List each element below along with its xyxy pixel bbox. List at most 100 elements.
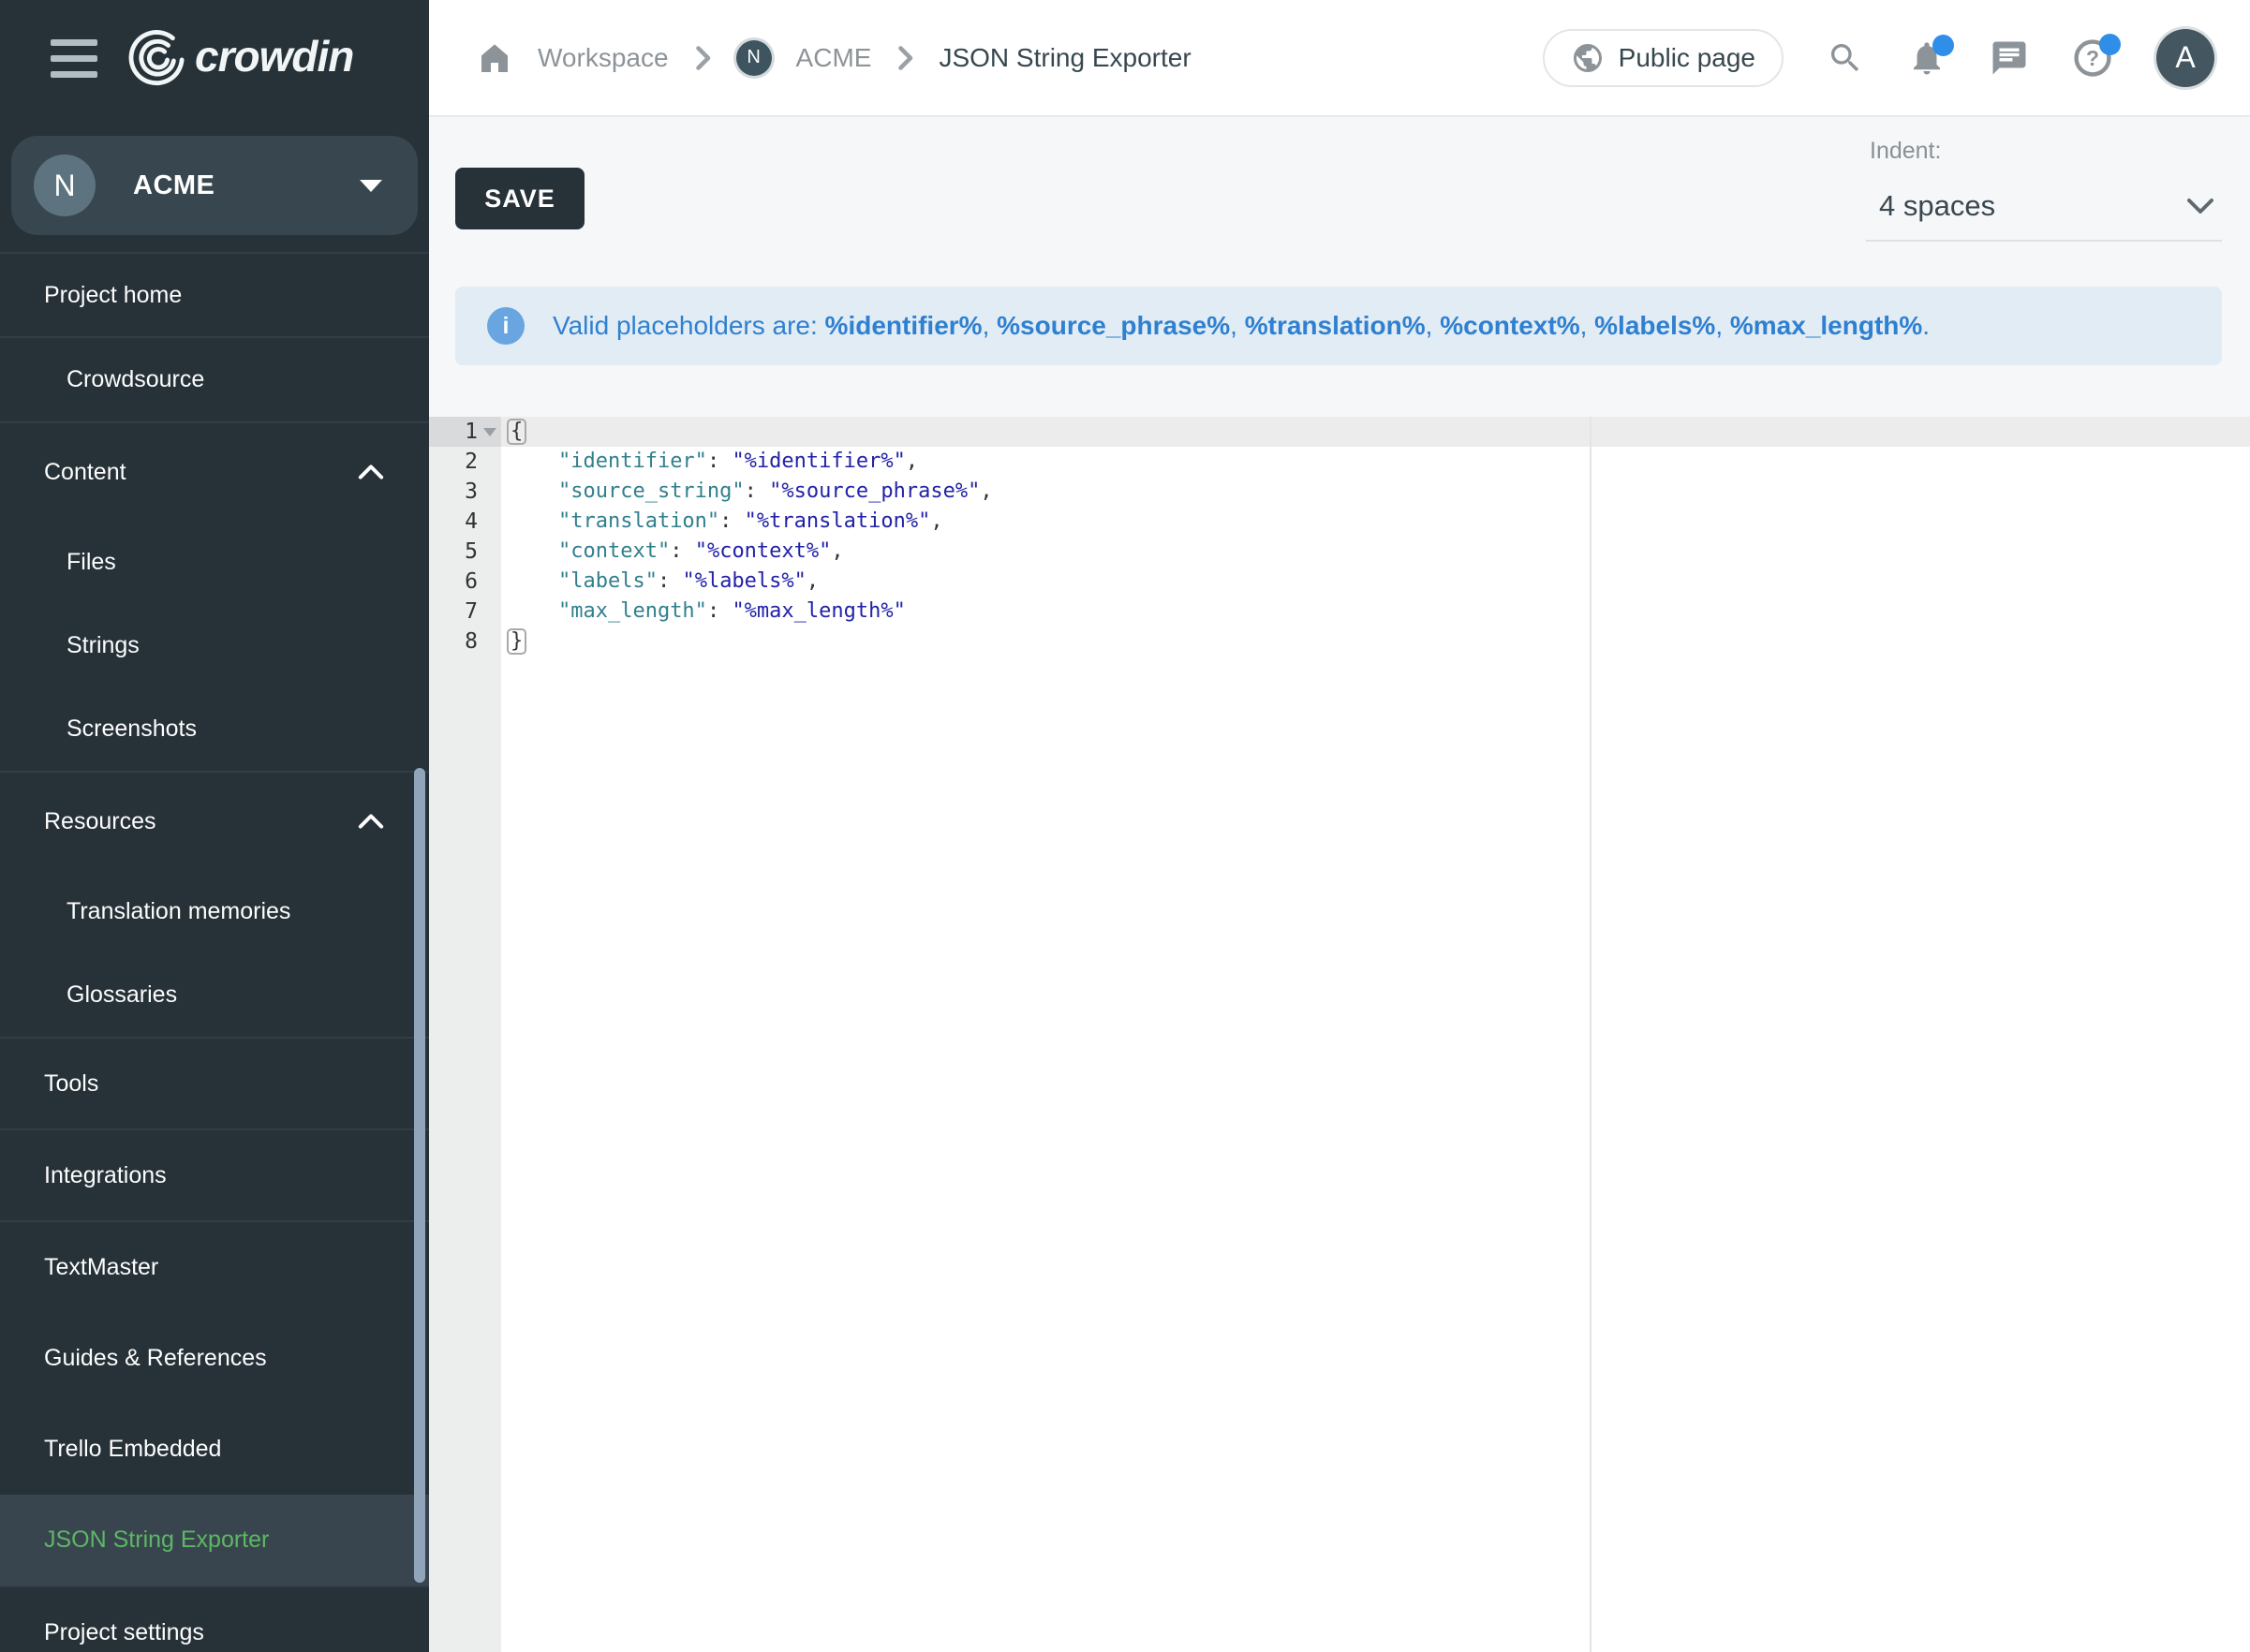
- code-token: :: [707, 450, 733, 473]
- editor-line-7[interactable]: 7 "max_length": "%max_length%": [429, 597, 2250, 627]
- sidebar-item-label: Crowdsource: [67, 366, 204, 393]
- line-number: 4: [429, 507, 501, 537]
- code-line-text: "max_length": "%max_length%": [501, 597, 2250, 627]
- chevron-right-icon: [896, 44, 914, 72]
- notification-dot: [1932, 35, 1954, 56]
- crowdin-logo-text: crowdin: [195, 35, 353, 83]
- sidebar-item-project-settings[interactable]: Project settings: [0, 1587, 429, 1652]
- indent-label: Indent:: [1866, 138, 2222, 165]
- sidebar-item-integrations[interactable]: Integrations: [0, 1130, 429, 1220]
- indent-value-row[interactable]: 4 spaces: [1866, 165, 2222, 242]
- sidebar-item-textmaster[interactable]: TextMaster: [0, 1222, 429, 1313]
- editor-line-4[interactable]: 4 "translation": "%translation%",: [429, 507, 2250, 537]
- code-token: "%max_length%": [732, 599, 905, 623]
- sidebar-item-content[interactable]: Content: [0, 423, 429, 521]
- code-editor[interactable]: 1{2 "identifier": "%identifier%",3 "sour…: [429, 417, 2250, 1652]
- sidebar-item-label: Tools: [44, 1070, 98, 1098]
- public-page-label: Public page: [1619, 43, 1755, 73]
- breadcrumb-project[interactable]: ACME: [796, 43, 872, 73]
- sidebar-item-label: Glossaries: [67, 981, 177, 1009]
- search-icon[interactable]: [1827, 39, 1864, 77]
- breadcrumb-workspace[interactable]: Workspace: [538, 43, 669, 73]
- crowdin-logo[interactable]: crowdin: [127, 30, 353, 88]
- chevron-down-icon: [2186, 197, 2214, 215]
- sidebar-item-crowdsource[interactable]: Crowdsource: [0, 338, 429, 421]
- sidebar-item-translation-memories[interactable]: Translation memories: [0, 870, 429, 953]
- line-number: 3: [429, 477, 501, 507]
- code-token: "%labels%": [682, 569, 806, 593]
- org-avatar: N: [34, 155, 96, 216]
- code-token: }: [507, 628, 526, 655]
- editor-lines: 1{2 "identifier": "%identifier%",3 "sour…: [429, 417, 2250, 656]
- editor-line-2[interactable]: 2 "identifier": "%identifier%",: [429, 447, 2250, 477]
- banner-placeholder: %source_phrase%: [997, 311, 1230, 340]
- sidebar-item-project-home[interactable]: Project home: [0, 254, 429, 336]
- code-token: [509, 509, 558, 533]
- indent-select[interactable]: Indent: 4 spaces: [1866, 138, 2222, 242]
- sidebar-item-strings[interactable]: Strings: [0, 604, 429, 687]
- code-token: ,: [807, 569, 819, 593]
- sidebar-item-guides-references[interactable]: Guides & References: [0, 1313, 429, 1404]
- editor-line-5[interactable]: 5 "context": "%context%",: [429, 537, 2250, 567]
- code-token: :: [707, 599, 733, 623]
- svg-text:?: ?: [2086, 46, 2099, 70]
- sidebar-item-screenshots[interactable]: Screenshots: [0, 687, 429, 771]
- sidebar-item-resources[interactable]: Resources: [0, 773, 429, 870]
- code-token: :: [719, 509, 745, 533]
- editor-line-6[interactable]: 6 "labels": "%labels%",: [429, 567, 2250, 597]
- messages-icon[interactable]: [1990, 38, 2029, 78]
- sidebar-item-json-string-exporter[interactable]: JSON String Exporter: [0, 1495, 429, 1586]
- code-token: {: [507, 419, 526, 445]
- topbar-actions: Public page ? A: [1543, 29, 2214, 87]
- sidebar-scrollbar[interactable]: [414, 768, 425, 1583]
- code-token: ,: [930, 509, 942, 533]
- editor-toolbar: SAVE Indent: 4 spaces i Valid placeholde…: [429, 117, 2250, 417]
- home-icon[interactable]: [476, 39, 513, 77]
- sidebar-item-files[interactable]: Files: [0, 521, 429, 604]
- code-token: :: [670, 539, 695, 563]
- editor-line-1[interactable]: 1{: [429, 417, 2250, 447]
- fold-toggle-icon[interactable]: [483, 428, 496, 436]
- code-token: "max_length": [558, 599, 707, 623]
- editor-line-3[interactable]: 3 "source_string": "%source_phrase%",: [429, 477, 2250, 507]
- caret-down-icon: [360, 180, 382, 192]
- notifications-bell-icon[interactable]: [1907, 38, 1947, 78]
- editor-line-8[interactable]: 8}: [429, 627, 2250, 656]
- sidebar-item-trello-embedded[interactable]: Trello Embedded: [0, 1404, 429, 1495]
- code-line-text: }: [501, 627, 2250, 656]
- info-banner: i Valid placeholders are: %identifier%, …: [455, 287, 2222, 365]
- code-line-text: "context": "%context%",: [501, 537, 2250, 567]
- user-avatar[interactable]: A: [2156, 29, 2214, 87]
- org-name: ACME: [133, 170, 215, 201]
- code-token: [509, 450, 558, 473]
- code-line-text: "labels": "%labels%",: [501, 567, 2250, 597]
- sidebar-item-label: Guides & References: [44, 1345, 267, 1372]
- code-token: [509, 479, 558, 503]
- public-page-button[interactable]: Public page: [1543, 29, 1784, 87]
- chevron-right-icon: [693, 44, 712, 72]
- sidebar: N ACME Project home Crowdsource ContentFil…: [0, 117, 429, 1652]
- code-token: [509, 539, 558, 563]
- main-content: SAVE Indent: 4 spaces i Valid placeholde…: [429, 117, 2250, 1652]
- save-button[interactable]: SAVE: [455, 168, 585, 229]
- code-token: ,: [980, 479, 992, 503]
- code-token: "%context%": [695, 539, 832, 563]
- line-number: 8: [429, 627, 501, 656]
- code-token: "labels": [558, 569, 658, 593]
- breadcrumb-page: JSON String Exporter: [939, 43, 1191, 73]
- banner-placeholder: %identifier%: [825, 311, 983, 340]
- help-dot: [2099, 34, 2121, 55]
- sidebar-item-label: TextMaster: [44, 1254, 158, 1281]
- help-icon[interactable]: ?: [2072, 37, 2113, 79]
- line-number: 5: [429, 537, 501, 567]
- sidebar-item-glossaries[interactable]: Glossaries: [0, 953, 429, 1037]
- code-token: "context": [558, 539, 670, 563]
- sidebar-item-tools[interactable]: Tools: [0, 1039, 429, 1128]
- menu-button[interactable]: [51, 39, 97, 78]
- line-number: 7: [429, 597, 501, 627]
- sidebar-item-label: Screenshots: [67, 715, 197, 743]
- org-switcher[interactable]: N ACME: [11, 136, 418, 235]
- code-token: "source_string": [558, 479, 745, 503]
- code-token: ,: [831, 539, 843, 563]
- banner-prefix: Valid placeholders are:: [553, 311, 825, 340]
